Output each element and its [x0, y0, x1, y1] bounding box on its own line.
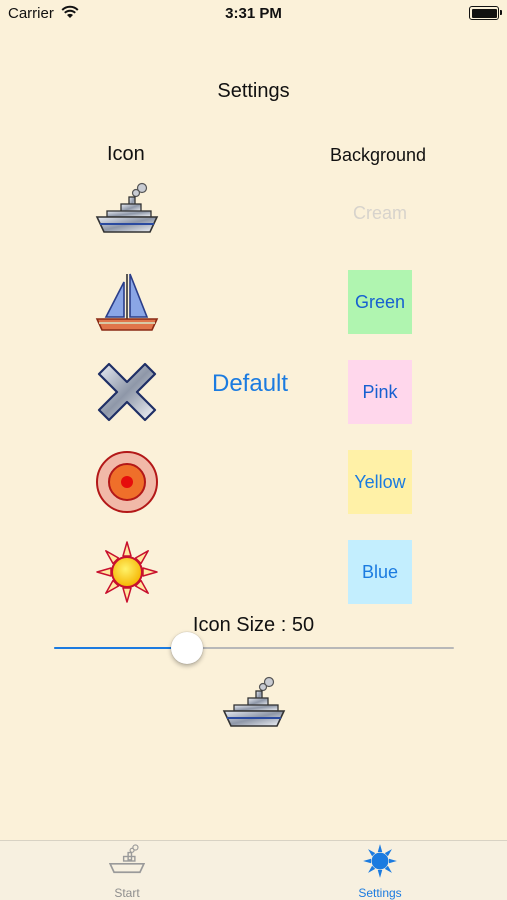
status-bar: Carrier 3:31 PM [0, 0, 507, 28]
background-blue-button[interactable]: Blue [348, 540, 412, 604]
tab-start[interactable]: Start [67, 841, 187, 900]
target-icon [96, 451, 158, 513]
background-yellow-button[interactable]: Yellow [348, 450, 412, 514]
page-title: Settings [217, 80, 290, 102]
sun-icon [363, 844, 397, 878]
ship-icon [109, 844, 145, 874]
background-pink-button[interactable]: Pink [348, 360, 412, 424]
default-button[interactable]: Default [212, 370, 288, 398]
tab-settings[interactable]: Settings [320, 841, 440, 900]
background-cream-button[interactable]: Cream [348, 181, 412, 245]
icon-size-slider[interactable] [54, 630, 454, 666]
background-green-button[interactable]: Green [348, 270, 412, 334]
ship-icon-option[interactable] [95, 180, 159, 244]
tab-settings-label: Settings [358, 886, 402, 900]
sailboat-icon [95, 273, 159, 331]
tab-bar: Start Settings [0, 840, 507, 900]
x-mark-icon-option[interactable] [95, 360, 159, 424]
slider-thumb[interactable] [171, 632, 204, 664]
sun-icon [96, 541, 158, 603]
battery-icon [469, 6, 502, 20]
slider-fill [54, 647, 188, 649]
status-time: 3:31 PM [225, 5, 282, 22]
icon-preview [222, 674, 286, 738]
sailboat-icon-option[interactable] [95, 270, 159, 334]
ship-icon [222, 676, 286, 727]
tab-start-label: Start [114, 886, 140, 900]
icon-column-heading: Icon [107, 143, 145, 165]
background-column-heading: Background [330, 145, 427, 165]
ship-icon [95, 182, 159, 233]
target-icon-option[interactable] [95, 450, 159, 514]
x-mark-icon [97, 362, 157, 422]
sun-icon-option[interactable] [95, 540, 159, 604]
